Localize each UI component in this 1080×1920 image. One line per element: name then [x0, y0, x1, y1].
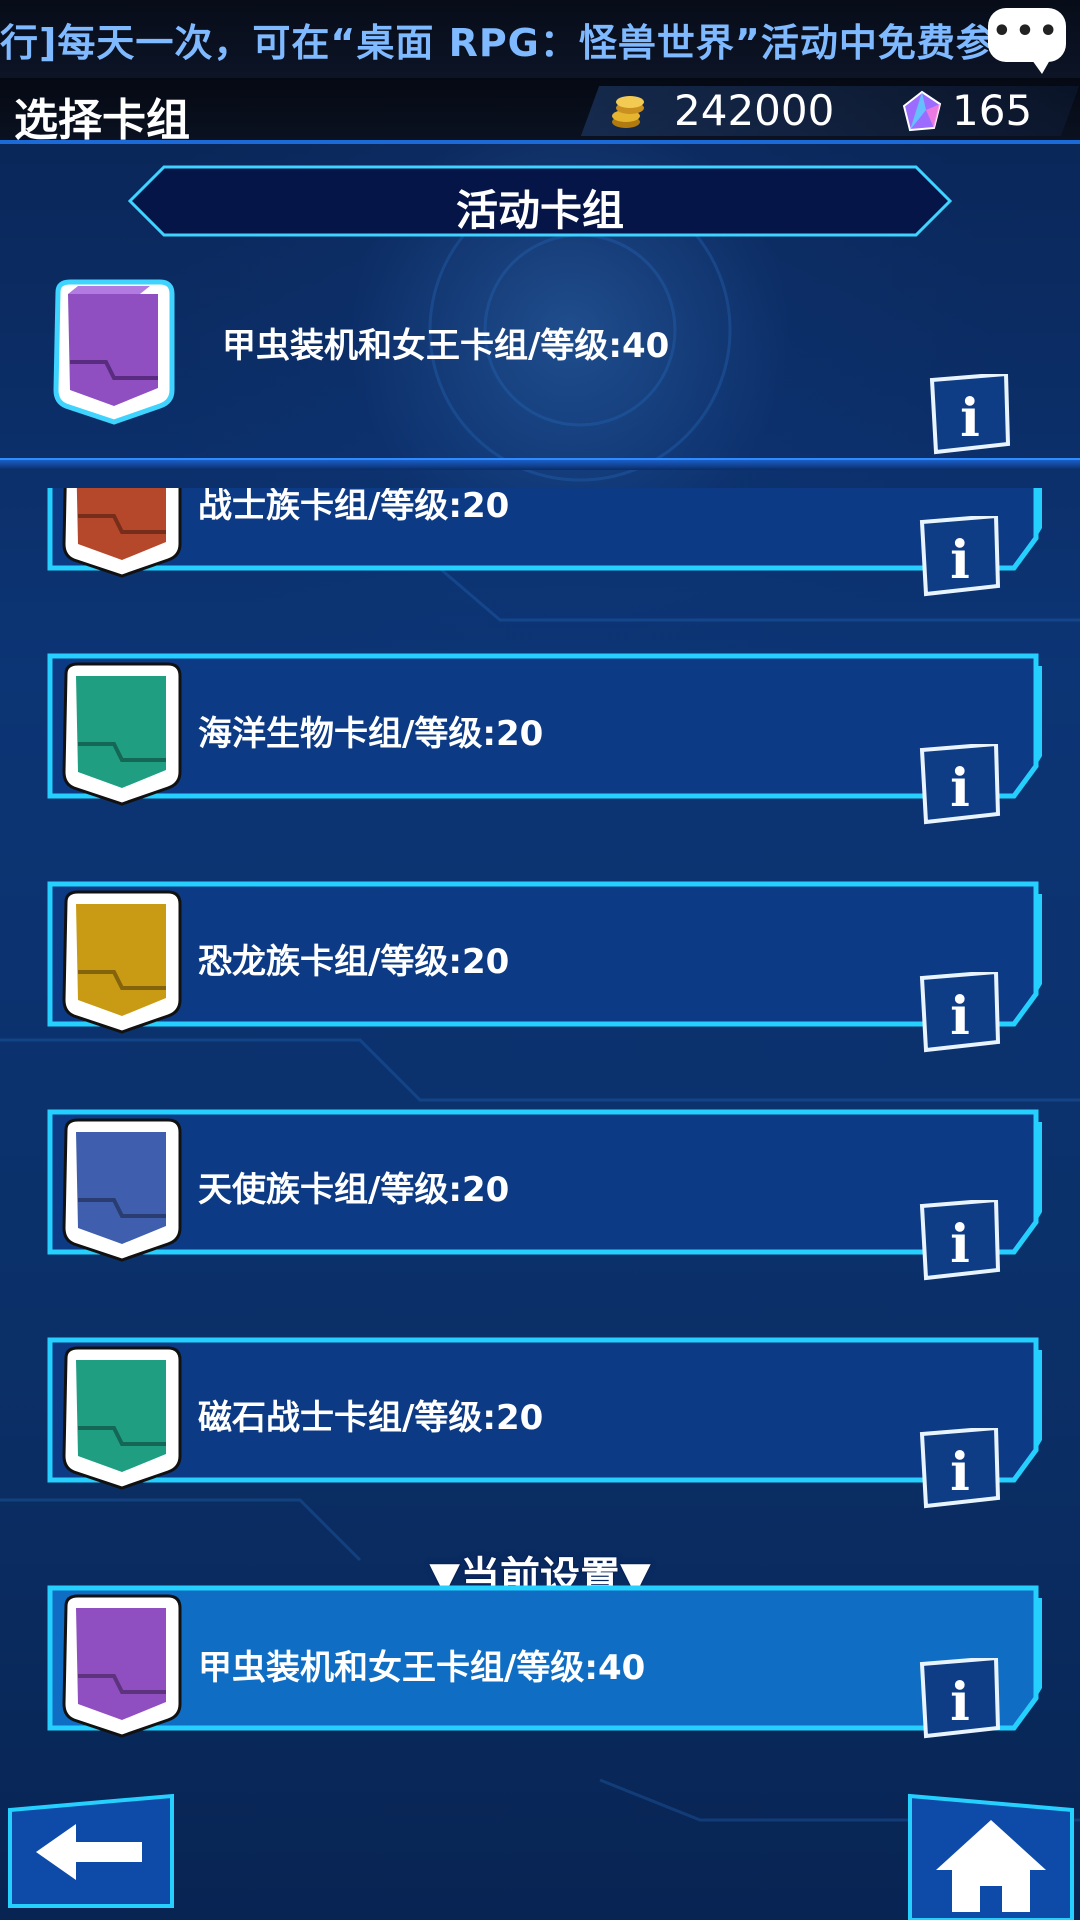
deck-box-icon [62, 1346, 182, 1490]
svg-text:i: i [950, 530, 970, 591]
panel-frame [47, 881, 1042, 1027]
top-bar: 选择卡组 242000 165 [0, 78, 1080, 146]
event-deck-label: 甲虫装机和女王卡组/等级:40 [222, 326, 670, 366]
deck-row[interactable]: 恐龙族卡组/等级:20 i [46, 874, 1042, 1053]
deck-box-icon [62, 662, 182, 806]
svg-text:i: i [960, 388, 980, 449]
deck-label: 磁石战士卡组/等级:20 [198, 1398, 544, 1438]
info-icon[interactable]: i [916, 744, 1002, 826]
svg-text:i: i [950, 758, 970, 819]
deck-box-icon [62, 1118, 182, 1262]
news-ticker[interactable]: 行]每天一次，可在“桌面 RPG：怪兽世界”活动中免费参 ••• [0, 0, 1080, 78]
panel-frame [47, 1337, 1042, 1483]
deck-label: 海洋生物卡组/等级:20 [198, 714, 544, 754]
gem-icon [902, 90, 942, 132]
home-button[interactable] [906, 1790, 1076, 1920]
chat-bubble-icon: ••• [992, 14, 1062, 49]
deck-box-icon [62, 488, 182, 578]
page-title: 选择卡组 [14, 95, 190, 146]
gold-amount: 242000 [674, 86, 835, 135]
deck-row[interactable]: 天使族卡组/等级:20 i [46, 1102, 1042, 1281]
current-deck-label: 甲虫装机和女王卡组/等级:40 [198, 1648, 646, 1688]
svg-text:i: i [950, 1214, 970, 1275]
panel-frame [47, 488, 1042, 571]
deck-label: 战士族卡组/等级:20 [198, 488, 510, 526]
deck-box-icon [53, 279, 175, 425]
section-banner: 活动卡组 [127, 165, 953, 237]
info-icon[interactable]: i [916, 516, 1002, 598]
ticker-text: 行]每天一次，可在“桌面 RPG：怪兽世界”活动中免费参 [0, 21, 995, 65]
info-icon[interactable]: i [916, 1200, 1002, 1282]
info-icon[interactable]: i [926, 374, 1012, 456]
back-button[interactable] [6, 1790, 176, 1910]
deck-box-icon [62, 1594, 182, 1738]
info-icon[interactable]: i [916, 1428, 1002, 1510]
deck-label: 恐龙族卡组/等级:20 [198, 942, 510, 982]
current-deck-panel[interactable]: 甲虫装机和女王卡组/等级:40 i [46, 1578, 1042, 1740]
svg-text:i: i [950, 986, 970, 1047]
chat-button[interactable]: ••• [988, 8, 1066, 74]
panel-frame [47, 653, 1042, 799]
section-title: 活动卡组 [455, 186, 624, 235]
deck-label: 天使族卡组/等级:20 [198, 1170, 510, 1210]
event-deck-row[interactable]: 甲虫装机和女王卡组/等级:40 i [0, 258, 1080, 468]
gem-amount: 165 [952, 86, 1033, 135]
deck-row[interactable]: 战士族卡组/等级:20 i [46, 488, 1042, 597]
panel-frame [47, 1109, 1042, 1255]
gold-coin-icon [612, 96, 644, 128]
deck-box-icon [62, 890, 182, 1034]
divider [0, 458, 1080, 470]
deck-list[interactable]: 战士族卡组/等级:20 i 海洋生物卡组/等级:20 i 恐龙族卡组/等级:20 i 天使族… [0, 488, 1080, 1528]
info-icon[interactable]: i [916, 972, 1002, 1054]
deck-row[interactable]: 海洋生物卡组/等级:20 i [46, 646, 1042, 825]
svg-text:i: i [950, 1442, 970, 1503]
deck-row[interactable]: 磁石战士卡组/等级:20 i [46, 1330, 1042, 1509]
info-icon[interactable]: i [916, 1658, 1002, 1740]
svg-text:i: i [950, 1672, 970, 1733]
